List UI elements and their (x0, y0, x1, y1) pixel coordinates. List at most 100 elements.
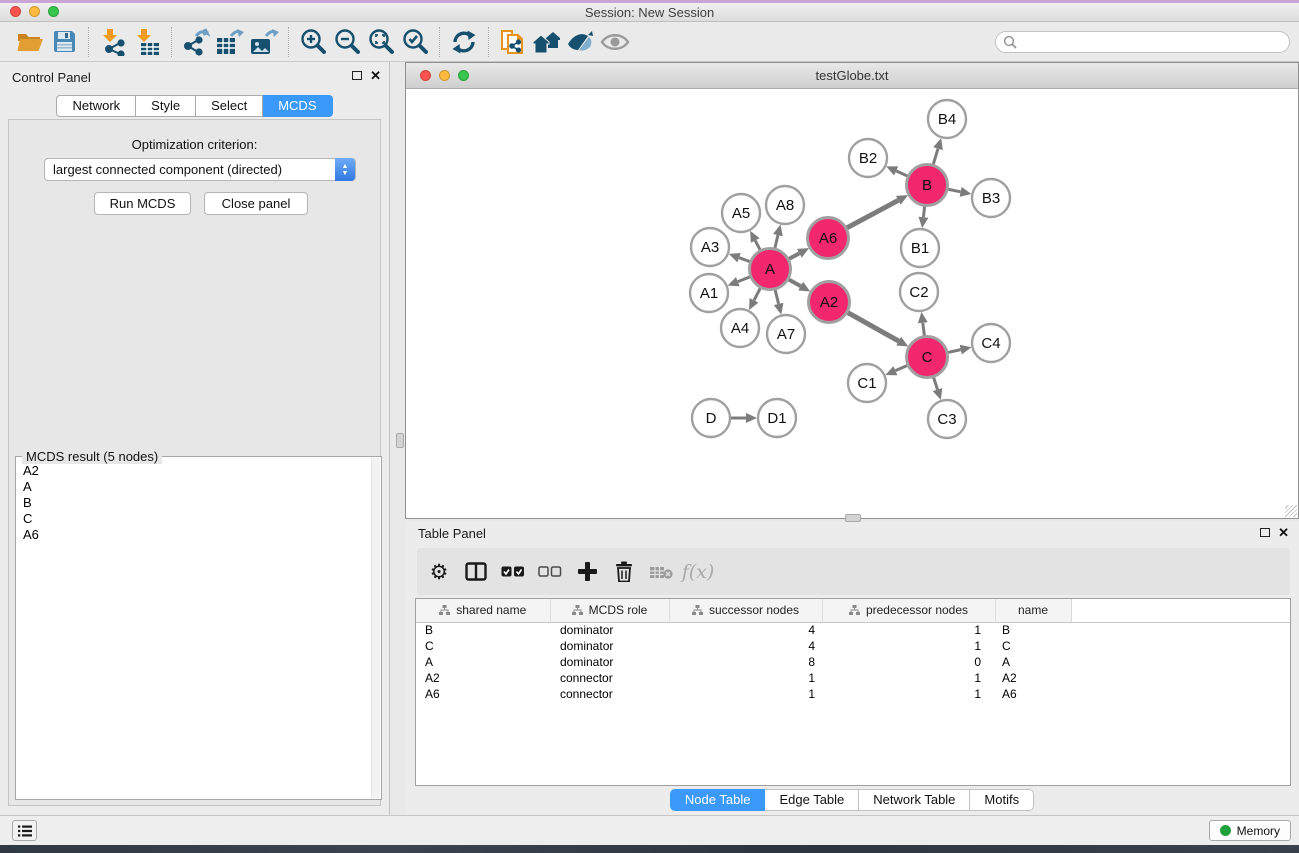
cell[interactable]: dominator (550, 654, 669, 670)
edge-A2-C[interactable] (848, 313, 899, 342)
cell[interactable]: 1 (669, 686, 822, 702)
node-A7[interactable]: A7 (767, 315, 805, 353)
network-canvas[interactable]: B4B2BB3A8A5A6A3B1AC2A1A2A4A7C4CC1DD1C3 (406, 89, 1298, 518)
close-panel-button[interactable]: Close panel (204, 192, 308, 215)
node-C3[interactable]: C3 (928, 400, 966, 438)
zoom-selected-button[interactable] (398, 25, 432, 59)
cell[interactable]: dominator (550, 622, 669, 638)
cell[interactable]: 4 (669, 638, 822, 654)
table-row[interactable]: Bdominator41B (416, 622, 1291, 638)
cell[interactable]: A (995, 654, 1071, 670)
edge-C-C4[interactable] (948, 350, 961, 353)
table-row[interactable]: Cdominator41C (416, 638, 1291, 654)
edge-C-C2[interactable] (923, 323, 925, 336)
edge-A-A5[interactable] (755, 241, 760, 250)
open-file-button[interactable] (13, 25, 47, 59)
cell[interactable]: dominator (550, 638, 669, 654)
column-header-predecessor-nodes[interactable]: predecessor nodes (822, 599, 995, 622)
cell[interactable]: C (416, 638, 550, 654)
result-item[interactable]: A6 (17, 527, 371, 543)
export-network-button[interactable] (179, 25, 213, 59)
home-views-button[interactable] (530, 25, 564, 59)
node-B[interactable]: B (907, 165, 948, 206)
edge-B-B1[interactable] (923, 206, 924, 217)
node-table[interactable]: shared nameMCDS rolesuccessor nodesprede… (415, 598, 1291, 786)
mcds-result-list[interactable]: A2ABCA6 (17, 463, 371, 798)
node-B3[interactable]: B3 (972, 179, 1010, 217)
edge-A-A2[interactable] (789, 279, 801, 286)
tab-network[interactable]: Network (56, 95, 136, 117)
edge-B-B3[interactable] (948, 189, 961, 192)
edge-A-A8[interactable] (775, 235, 778, 248)
column-header-name[interactable]: name (995, 599, 1071, 622)
memory-button[interactable]: Memory (1209, 820, 1291, 841)
float-panel-icon[interactable] (1260, 528, 1270, 537)
save-session-button[interactable] (47, 25, 81, 59)
tab-select[interactable]: Select (196, 95, 263, 117)
vertical-splitter-handle[interactable] (396, 433, 404, 448)
edge-A-A7[interactable] (775, 290, 778, 304)
edge-A-A6[interactable] (789, 253, 799, 259)
tab-style[interactable]: Style (136, 95, 196, 117)
cell[interactable]: connector (550, 686, 669, 702)
node-D[interactable]: D (692, 399, 730, 437)
cell[interactable]: 4 (669, 622, 822, 638)
node-A3[interactable]: A3 (691, 228, 729, 266)
cell[interactable]: 1 (669, 670, 822, 686)
show-graphics-details-button[interactable] (598, 25, 632, 59)
cell[interactable]: connector (550, 670, 669, 686)
horizontal-splitter-handle[interactable] (845, 514, 861, 522)
edge-A-A4[interactable] (754, 288, 760, 300)
deselect-all-button[interactable] (534, 556, 566, 588)
task-history-button[interactable] (12, 820, 37, 841)
result-item[interactable]: C (17, 511, 371, 527)
cell[interactable]: A6 (995, 686, 1071, 702)
cell[interactable]: A6 (416, 686, 550, 702)
export-image-button[interactable] (247, 25, 281, 59)
delete-column-button[interactable] (608, 556, 640, 588)
edge-A-A1[interactable] (738, 277, 750, 282)
import-table-button[interactable] (130, 25, 164, 59)
cell[interactable]: B (416, 622, 550, 638)
node-C[interactable]: C (907, 337, 948, 378)
column-header-shared-name[interactable]: shared name (416, 599, 550, 622)
node-C1[interactable]: C1 (848, 364, 886, 402)
zoom-in-button[interactable] (296, 25, 330, 59)
result-item[interactable]: A (17, 479, 371, 495)
table-row[interactable]: A2connector11A2 (416, 670, 1291, 686)
node-C2[interactable]: C2 (900, 273, 938, 311)
node-B4[interactable]: B4 (928, 100, 966, 138)
result-item[interactable]: A2 (17, 463, 371, 479)
table-row[interactable]: A6connector11A6 (416, 686, 1291, 702)
criterion-dropdown[interactable]: largest connected component (directed) ▲… (44, 158, 356, 181)
cell[interactable]: A2 (995, 670, 1071, 686)
zoom-out-button[interactable] (330, 25, 364, 59)
edge-A-A3[interactable] (739, 258, 750, 262)
node-B1[interactable]: B1 (901, 229, 939, 267)
close-panel-icon[interactable]: ✕ (1278, 527, 1289, 538)
cell[interactable]: B (995, 622, 1071, 638)
node-A1[interactable]: A1 (690, 274, 728, 312)
list-scrollbar[interactable] (371, 458, 380, 798)
node-A[interactable]: A (750, 249, 791, 290)
search-input[interactable] (995, 31, 1290, 53)
float-panel-icon[interactable] (352, 71, 362, 80)
zoom-fit-button[interactable] (364, 25, 398, 59)
cell[interactable]: 1 (822, 670, 995, 686)
split-panel-button[interactable] (460, 556, 492, 588)
node-C4[interactable]: C4 (972, 324, 1010, 362)
network-window-titlebar[interactable]: testGlobe.txt (406, 63, 1298, 89)
node-A6[interactable]: A6 (808, 218, 849, 259)
tab-network-table[interactable]: Network Table (859, 789, 970, 811)
cell[interactable]: C (995, 638, 1071, 654)
window-resize-grip[interactable] (1285, 505, 1297, 517)
cell[interactable]: 0 (822, 654, 995, 670)
add-column-button[interactable] (571, 556, 603, 588)
node-A4[interactable]: A4 (721, 309, 759, 347)
refresh-layout-button[interactable] (447, 25, 481, 59)
node-A8[interactable]: A8 (766, 186, 804, 224)
tab-edge-table[interactable]: Edge Table (765, 789, 859, 811)
table-settings-button[interactable]: ⚙ (423, 556, 455, 588)
tab-motifs[interactable]: Motifs (970, 789, 1034, 811)
cell[interactable]: 8 (669, 654, 822, 670)
